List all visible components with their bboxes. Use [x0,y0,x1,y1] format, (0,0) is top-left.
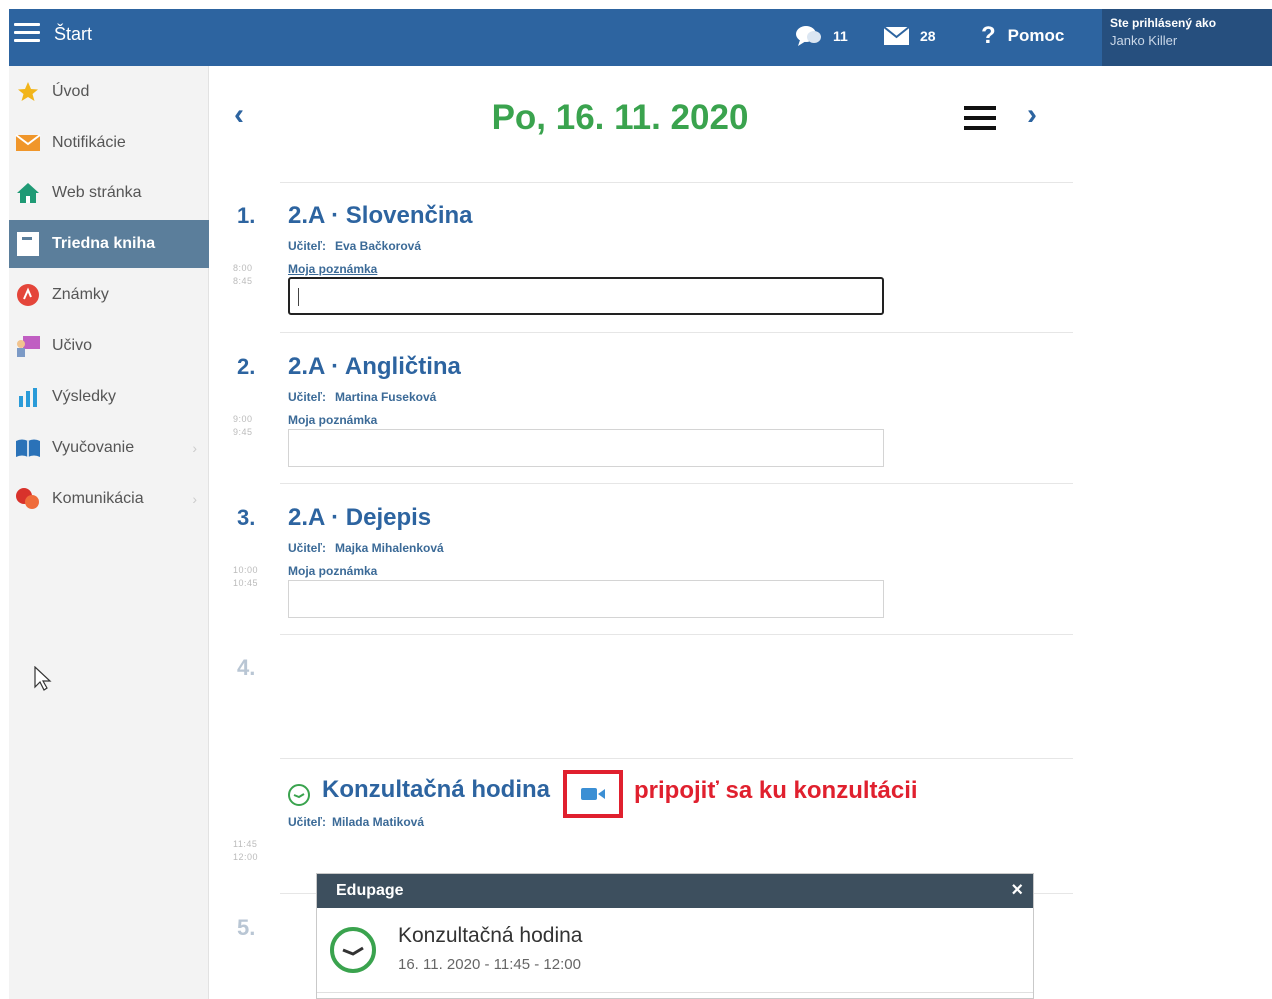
edupage-popup: Edupage × Konzultačná hodina 16. 11. 202… [316,873,1034,999]
prev-day-arrow-icon[interactable]: ‹ [234,98,244,132]
divider [280,758,1073,759]
sidebar-item-notifikacie[interactable]: Notifikácie [9,119,209,167]
lesson-teacher: Učiteľ: Martina Fuseková [288,390,437,404]
consultation-teacher: Učiteľ: Milada Matiková [288,815,424,829]
popup-header-title: Edupage [336,882,404,899]
note-label: Moja poznámka [288,262,378,276]
sidebar: Úvod Notifikácie Web stránka Triedna kni… [9,66,209,999]
lesson-number: 1. [237,203,256,228]
consultation-title[interactable]: Konzultačná hodina [322,776,550,804]
mail-button[interactable]: 28 [883,23,936,49]
user-info[interactable]: Ste prihlásený ako Janko Killer [1102,9,1272,66]
envelope-icon [883,26,910,45]
note-input[interactable] [288,429,884,467]
note-input[interactable] [288,580,884,618]
divider [280,634,1073,635]
sidebar-item-label: Notifikácie [52,134,126,151]
sidebar-item-label: Učivo [52,337,93,354]
start-label[interactable]: Štart [54,24,92,45]
open-book-icon [15,435,41,461]
popup-title: Konzultačná hodina [398,924,583,947]
sidebar-item-label: Triedna kniha [52,235,156,252]
bar-chart-icon [15,384,41,410]
sidebar-item-label: Web stránka [52,184,142,201]
grades-icon [15,282,41,308]
sidebar-item-label: Komunikácia [52,490,144,507]
divider [280,182,1073,183]
star-icon [15,79,41,105]
user-name: Janko Killer [1110,33,1178,48]
chevron-right-icon: › [192,491,197,507]
hamburger-menu-icon[interactable] [14,23,40,45]
lesson-title[interactable]: 2.A · Dejepis [288,504,431,532]
sidebar-item-vyucovanie[interactable]: Vyučovanie › [9,424,209,472]
top-bar: Štart 11 28 ? Pomoc Ste prihlásený ako J… [9,9,1272,66]
lesson-number: 5. [237,915,256,940]
lesson-teacher: Učiteľ: Eva Bačkorová [288,239,422,253]
sidebar-item-ucivo[interactable]: Učivo [9,322,209,370]
list-menu-icon[interactable] [964,106,996,131]
note-label: Moja poznámka [288,564,378,578]
sidebar-item-komunikacia[interactable]: Komunikácia › [9,475,209,523]
sidebar-item-triedna-kniha[interactable]: Triedna kniha [9,220,209,268]
help-label: Pomoc [1007,26,1065,45]
chevron-right-icon: › [192,440,197,456]
lesson-number: 4. [237,655,256,680]
lesson-time: 9:00 9:45 [233,414,253,437]
divider [280,483,1073,484]
next-day-arrow-icon[interactable]: › [1027,98,1037,132]
lesson-number: 2. [237,354,256,379]
house-icon [15,180,41,206]
clock-icon [288,784,310,806]
teacher-board-icon [15,333,41,359]
lesson-title[interactable]: 2.A · Angličtina [288,353,461,381]
communication-bubbles-icon [15,486,41,512]
text-caret [298,288,299,306]
logged-in-label: Ste prihlásený ako [1110,16,1217,30]
lesson-time: 8:00 8:45 [233,263,253,286]
video-camera-icon [581,788,605,800]
chat-count: 11 [833,28,848,44]
help-button[interactable]: ? Pomoc [981,22,1065,49]
sidebar-item-web-stranka[interactable]: Web stránka [9,169,209,217]
join-video-button[interactable] [563,770,623,818]
divider [317,992,1033,993]
class-book-icon [15,231,41,257]
sidebar-item-label: Úvod [52,83,90,100]
chat-bubbles-icon [796,26,821,46]
note-label: Moja poznámka [288,413,378,427]
join-consultation-text: pripojiť sa ku konzultácii [634,777,918,804]
sidebar-item-label: Výsledky [52,388,117,405]
clock-icon [330,927,376,973]
sidebar-item-znamky[interactable]: Známky [9,271,209,319]
popup-subtitle: 16. 11. 2020 - 11:45 - 12:00 [398,956,581,973]
mouse-cursor-icon [34,666,52,691]
popup-header: Edupage × [317,874,1033,908]
sidebar-item-uvod[interactable]: Úvod [9,68,209,116]
consultation-time: 11:45 12:00 [233,839,259,862]
close-icon[interactable]: × [1011,879,1023,902]
lesson-time: 10:00 10:45 [233,565,259,588]
divider [280,332,1073,333]
sidebar-item-vysledky[interactable]: Výsledky [9,373,209,421]
lesson-title[interactable]: 2.A · Slovenčina [288,202,473,230]
chat-button[interactable]: 11 [795,23,848,49]
mail-count: 28 [920,28,936,44]
date-title: Po, 16. 11. 2020 [491,98,749,137]
lesson-number: 3. [237,505,256,530]
app-root: Štart 11 28 ? Pomoc Ste prihlásený ako J… [0,0,1272,999]
note-input[interactable] [288,277,884,315]
notification-envelope-icon [15,130,41,156]
question-mark-icon: ? [981,22,996,49]
lesson-teacher: Učiteľ: Majka Mihalenková [288,541,444,555]
sidebar-item-label: Známky [52,286,109,303]
sidebar-item-label: Vyučovanie [52,439,135,456]
